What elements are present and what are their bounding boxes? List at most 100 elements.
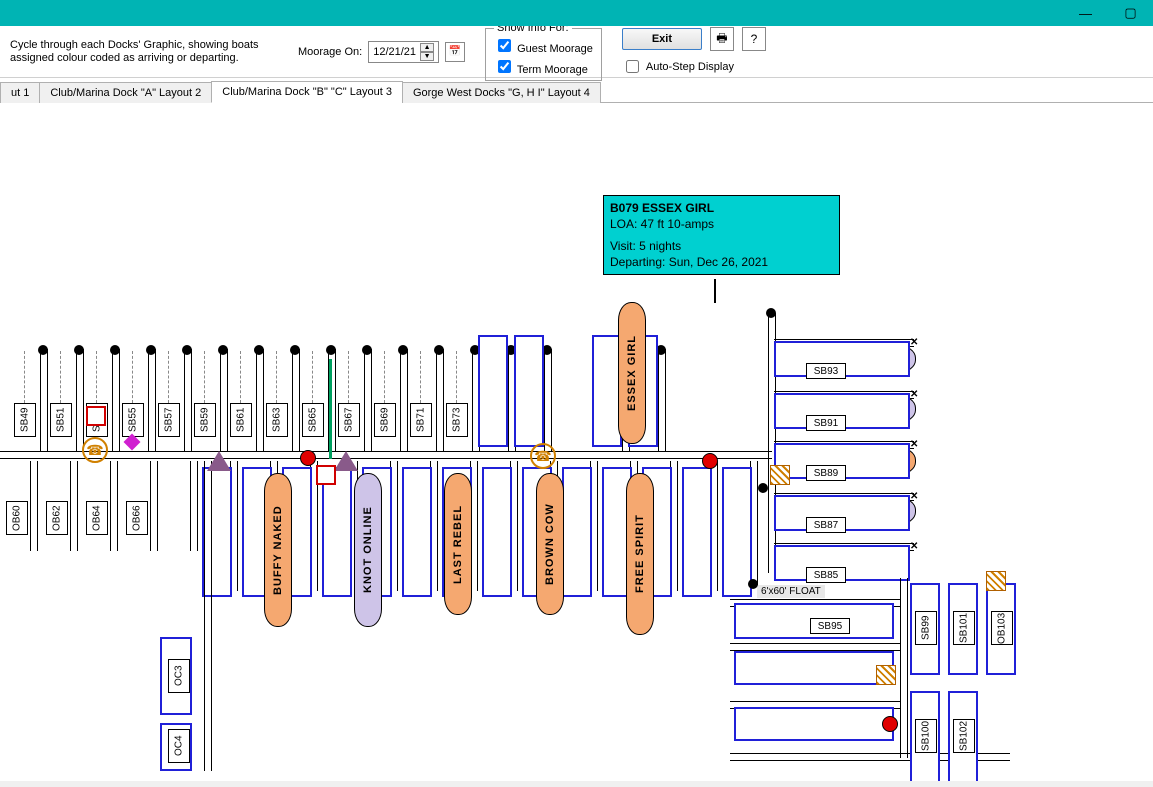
- term-moorage-checkbox[interactable]: [498, 60, 511, 73]
- date-spinner[interactable]: ▲▼: [420, 43, 434, 61]
- tab-layout-4[interactable]: Gorge West Docks "G, H I" Layout 4: [402, 82, 601, 103]
- slip-label-ob62[interactable]: OB62: [46, 501, 68, 535]
- slip-label-ob60[interactable]: OB60: [6, 501, 28, 535]
- slip-label-sb67[interactable]: SB67: [338, 403, 360, 437]
- tooltip-tail: [714, 279, 716, 303]
- oc-branch: [204, 461, 212, 771]
- slot-lower-18[interactable]: [722, 467, 752, 597]
- hazard-icon: [334, 451, 358, 471]
- print-icon[interactable]: 🖶: [710, 27, 734, 51]
- x-icon: ✕: [910, 491, 918, 499]
- pile-icon: [38, 345, 48, 355]
- bay-divider: [96, 351, 98, 403]
- calendar-icon[interactable]: 📅: [445, 42, 465, 62]
- slip-label-sb87[interactable]: SB87: [806, 517, 846, 533]
- slip-label-ob103[interactable]: OB103: [991, 611, 1013, 645]
- pile-icon: [434, 345, 444, 355]
- pile-icon: [218, 345, 228, 355]
- dock-finger: [220, 349, 228, 451]
- dock-finger: [364, 349, 372, 451]
- slip-label-sb71[interactable]: SB71: [410, 403, 432, 437]
- pile-icon: [74, 345, 84, 355]
- pile-icon: [362, 345, 372, 355]
- auto-step-checkbox[interactable]: [626, 60, 639, 73]
- guest-moorage-checkbox[interactable]: [498, 39, 511, 52]
- tab-layout-2[interactable]: Club/Marina Dock "A" Layout 2: [39, 82, 212, 103]
- dock-finger: [76, 349, 84, 451]
- dock-canvas[interactable]: B079 ESSEX GIRL LOA: 47 ft 10-amps Visit…: [0, 103, 1153, 782]
- slip-label-sb85[interactable]: SB85: [806, 567, 846, 583]
- helper-text: Cycle through each Docks' Graphic, showi…: [10, 39, 280, 65]
- slip-label-sb102[interactable]: SB102: [953, 719, 975, 753]
- slot-sb77[interactable]: [514, 335, 544, 447]
- slip-label-oc4[interactable]: OC4: [168, 729, 190, 763]
- auto-step-label: Auto-Step Display: [646, 61, 734, 73]
- tooltip-loa: LOA: 47 ft 10-amps: [610, 217, 714, 231]
- slip-label-sb59[interactable]: SB59: [194, 403, 216, 437]
- tooltip-depart: Departing: Sun, Dec 26, 2021: [610, 255, 768, 269]
- boat-knot-online[interactable]: KNOT ONLINE: [354, 473, 382, 627]
- dock-finger: [148, 349, 156, 451]
- boat-free-spirit[interactable]: FREE SPIRIT: [626, 473, 654, 635]
- bay-divider: [384, 351, 386, 403]
- slot-wind-ketcher[interactable]: [734, 707, 894, 741]
- bay-divider: [204, 351, 206, 403]
- slip-label-oc3[interactable]: OC3: [168, 659, 190, 693]
- main-dock-run: [0, 451, 772, 459]
- slot-sb75[interactable]: [478, 335, 508, 447]
- fire-marker: [702, 453, 718, 469]
- date-input[interactable]: 12/21/21 ▲▼: [368, 41, 439, 63]
- slip-label-sb100[interactable]: SB100: [915, 719, 937, 753]
- boat-last-rebel[interactable]: LAST REBEL: [444, 473, 472, 615]
- boat-buffy-naked[interactable]: BUFFY NAKED: [264, 473, 292, 627]
- slot-lower-12[interactable]: [482, 467, 512, 597]
- close-button[interactable]: ▢: [1108, 0, 1153, 26]
- slip-label-sb63[interactable]: SB63: [266, 403, 288, 437]
- title-bar: — ▢: [0, 0, 1153, 26]
- pile-icon: [146, 345, 156, 355]
- tabs-row: ut 1 Club/Marina Dock "A" Layout 2 Club/…: [0, 78, 1153, 103]
- slot-serena[interactable]: [734, 651, 894, 685]
- se-dock-run: [900, 578, 908, 758]
- help-icon[interactable]: ?: [742, 27, 766, 51]
- slip-label-sb57[interactable]: SB57: [158, 403, 180, 437]
- dock-finger: [544, 349, 552, 451]
- slot-lower-10[interactable]: [402, 467, 432, 597]
- slot-lower-8[interactable]: [322, 467, 352, 597]
- dock-finger: [110, 461, 118, 551]
- boat-essex-girl[interactable]: ESSEX GIRL: [618, 302, 646, 444]
- bay-divider: [60, 351, 62, 403]
- slip-label-sb61[interactable]: SB61: [230, 403, 252, 437]
- dock-finger: [190, 461, 198, 551]
- slip-label-sb91[interactable]: SB91: [806, 415, 846, 431]
- bay-divider: [312, 351, 314, 403]
- slip-label-sb55[interactable]: SB55: [122, 403, 144, 437]
- slot-lower-17[interactable]: [682, 467, 712, 597]
- minimize-button[interactable]: —: [1063, 0, 1108, 26]
- red-box-marker: [86, 406, 106, 426]
- slip-label-sb95[interactable]: SB95: [810, 618, 850, 634]
- tab-layout-3[interactable]: Club/Marina Dock "B" "C" Layout 3: [211, 81, 403, 103]
- show-info-group: Show Info For: Guest Moorage Term Moorag…: [485, 22, 602, 81]
- dock-finger: [150, 461, 158, 551]
- slot-lower-14[interactable]: [562, 467, 592, 597]
- x-icon: ✕: [910, 541, 918, 549]
- hatch-marker: [876, 665, 896, 685]
- slip-label-sb93[interactable]: SB93: [806, 363, 846, 379]
- tab-layout-1[interactable]: ut 1: [0, 82, 40, 103]
- slip-label-sb99[interactable]: SB99: [915, 611, 937, 645]
- x-icon: ✕: [910, 439, 918, 447]
- slip-label-ob66[interactable]: OB66: [126, 501, 148, 535]
- slip-label-sb49[interactable]: SB49: [14, 403, 36, 437]
- exit-button[interactable]: Exit: [622, 28, 702, 50]
- slip-label-sb51[interactable]: SB51: [50, 403, 72, 437]
- bay-divider: [348, 351, 350, 403]
- slip-label-sb101[interactable]: SB101: [953, 611, 975, 645]
- slip-label-ob64[interactable]: OB64: [86, 501, 108, 535]
- slip-label-sb65[interactable]: SB65: [302, 403, 324, 437]
- hatch-marker: [770, 465, 790, 485]
- boat-brown-cow[interactable]: BROWN COW: [536, 473, 564, 615]
- slip-label-sb73[interactable]: SB73: [446, 403, 468, 437]
- slip-label-sb69[interactable]: SB69: [374, 403, 396, 437]
- slip-label-sb89[interactable]: SB89: [806, 465, 846, 481]
